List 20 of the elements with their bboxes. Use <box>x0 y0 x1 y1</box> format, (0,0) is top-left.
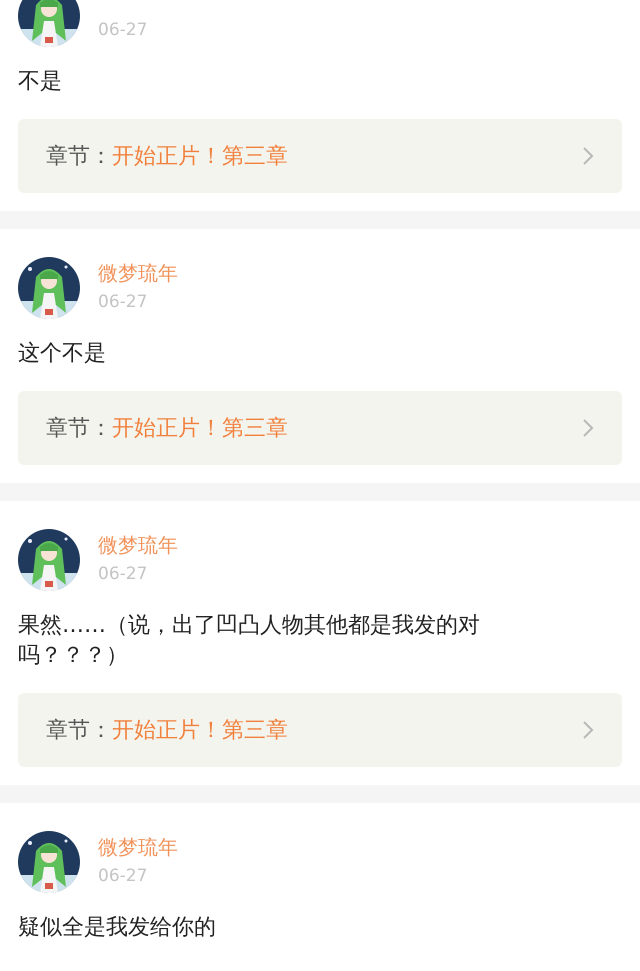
chapter-link[interactable]: 章节：开始正片！第三章 <box>18 391 622 465</box>
comment-text: 疑似全是我发给你的 <box>18 914 217 942</box>
chapter-label: 章节： <box>46 415 112 443</box>
comment-date: 06-27 <box>98 563 148 585</box>
chapter-title: 开始正片！第三章 <box>112 717 289 745</box>
chevron-right-icon <box>582 418 594 438</box>
comment-text: 不是 <box>18 68 63 96</box>
chapter-label: 章节： <box>46 717 112 745</box>
comment-date: 06-27 <box>98 291 148 313</box>
comment-text: 这个不是 <box>18 340 107 368</box>
chapter-title: 开始正片！第三章 <box>112 143 289 171</box>
chapter-title: 开始正片！第三章 <box>112 415 289 443</box>
chapter-link[interactable]: 章节：开始正片！第三章 <box>18 119 622 193</box>
chapter-label: 章节： <box>46 143 112 171</box>
comment-date: 06-27 <box>98 19 148 41</box>
chevron-right-icon <box>582 146 594 166</box>
comment-text: 果然……（说，出了凹凸人物其他都是我发的对吗？？？） <box>18 612 481 670</box>
chapter-link[interactable]: 章节：开始正片！第三章 <box>18 693 622 767</box>
comment-date: 06-27 <box>98 865 148 887</box>
chevron-right-icon <box>582 720 594 740</box>
